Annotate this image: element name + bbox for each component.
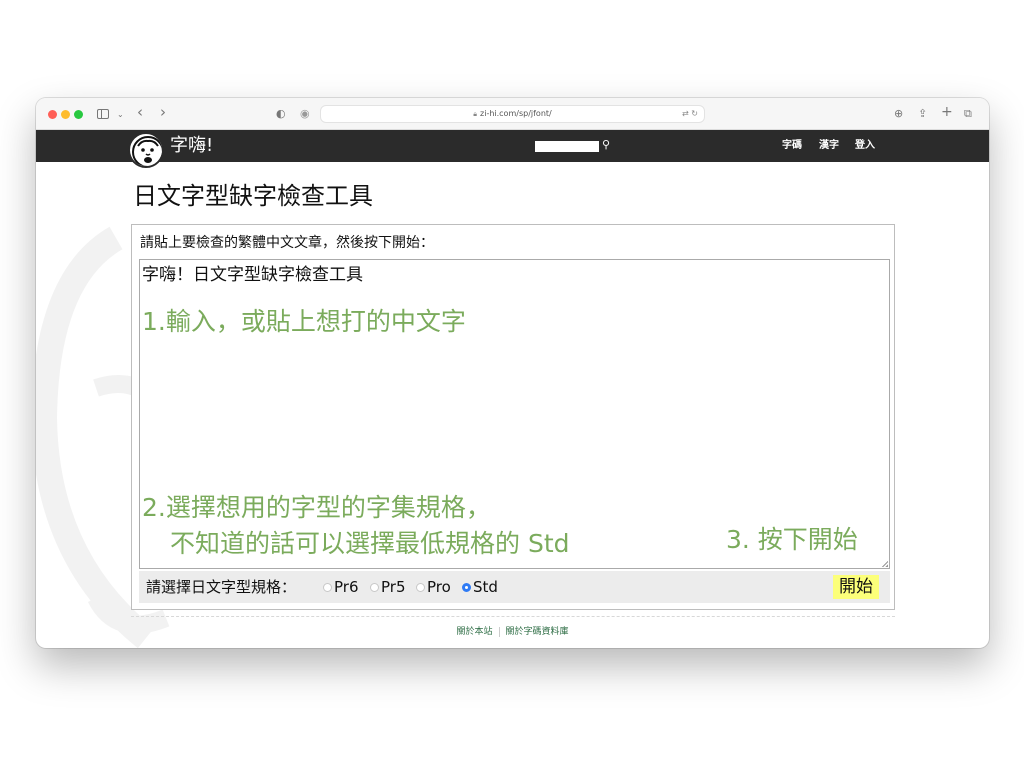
- extension-icon[interactable]: ◉: [300, 106, 310, 122]
- browser-window: ⌄ ‹ › ◐ ◉ 🔒︎ zi-hi.com/sp/jfont/ ⇄ ↻ ⊕ ⇪ …: [36, 98, 989, 648]
- back-icon[interactable]: ‹: [137, 104, 143, 120]
- search-icon[interactable]: ⚲: [602, 137, 610, 153]
- radio-button[interactable]: [323, 582, 332, 592]
- close-window-button[interactable]: [48, 110, 57, 119]
- site-footer: 關於本站 關於字碼資料庫: [36, 626, 989, 638]
- annotation-step2-line1: 2.選擇想用的字型的字集規格，: [142, 493, 491, 522]
- radio-button[interactable]: [416, 582, 425, 592]
- check-form: 請貼上要檢查的繁體中文文章，然後按下開始： 字嗨！日文字型缺字檢查工具 1.輸入…: [131, 224, 895, 610]
- lock-icon: 🔒︎: [473, 110, 478, 118]
- footer-link-about[interactable]: 關於本站: [450, 627, 498, 637]
- nav-link-login[interactable]: 登入: [855, 139, 875, 153]
- chevron-down-icon[interactable]: ⌄: [117, 107, 124, 123]
- browser-toolbar: ⌄ ‹ › ◐ ◉ 🔒︎ zi-hi.com/sp/jfont/ ⇄ ↻ ⊕ ⇪ …: [36, 98, 989, 130]
- site-header: 字嗨! ⚲ 字碼 漢字 登入: [36, 130, 989, 168]
- radio-label: Pro: [427, 578, 451, 596]
- page-title: 日文字型缺字檢查工具: [133, 182, 373, 210]
- nav-link-zima[interactable]: 字碼: [782, 139, 802, 153]
- footer-link-database[interactable]: 關於字碼資料庫: [500, 627, 575, 637]
- radio-button-checked[interactable]: [462, 582, 471, 592]
- radio-std[interactable]: Std: [462, 577, 498, 597]
- share-icon[interactable]: ⇪: [918, 106, 927, 122]
- radio-pr5[interactable]: Pr5: [370, 577, 406, 597]
- textarea-value: 字嗨！日文字型缺字檢查工具: [142, 265, 363, 285]
- annotation-step1: 1.輸入，或貼上想打的中文字: [142, 307, 466, 336]
- radio-button[interactable]: [370, 582, 379, 592]
- annotation-step3: 3. 按下開始: [726, 525, 858, 554]
- sidebar-icon[interactable]: [97, 109, 109, 119]
- start-button[interactable]: 開始: [833, 575, 879, 599]
- resize-handle[interactable]: [881, 560, 888, 567]
- forward-icon[interactable]: ›: [160, 104, 166, 120]
- minimize-window-button[interactable]: [61, 110, 70, 119]
- form-label: 請貼上要檢查的繁體中文文章，然後按下開始：: [140, 235, 434, 251]
- footer-divider: [131, 616, 895, 617]
- privacy-shield-icon[interactable]: ◐: [276, 106, 286, 122]
- radio-label: Pr6: [334, 578, 359, 596]
- options-label: 請選擇日文字型規格：: [146, 578, 297, 596]
- url-text: zi-hi.com/sp/jfont/: [480, 109, 552, 118]
- new-tab-icon[interactable]: +: [941, 104, 953, 120]
- search-input[interactable]: [535, 141, 599, 152]
- radio-pro[interactable]: Pro: [416, 577, 451, 597]
- logo-face-icon[interactable]: [128, 132, 164, 168]
- annotation-step2-line2: 不知道的話可以選擇最低規格的 Std: [170, 529, 570, 558]
- translate-reload-icon[interactable]: ⇄ ↻: [682, 106, 698, 122]
- radio-label: Pr5: [381, 578, 406, 596]
- download-icon[interactable]: ⊕: [894, 106, 903, 122]
- address-bar[interactable]: 🔒︎ zi-hi.com/sp/jfont/ ⇄ ↻: [320, 105, 705, 123]
- radio-pr6[interactable]: Pr6: [323, 577, 359, 597]
- radio-label: Std: [473, 578, 498, 596]
- nav-link-hanzi[interactable]: 漢字: [819, 139, 839, 153]
- tabs-overview-icon[interactable]: ⧉: [964, 106, 972, 122]
- font-spec-options: 請選擇日文字型規格： Pr6 Pr5 Pro Std 開始: [139, 571, 890, 603]
- site-logo-text[interactable]: 字嗨!: [170, 134, 213, 158]
- zoom-window-button[interactable]: [74, 110, 83, 119]
